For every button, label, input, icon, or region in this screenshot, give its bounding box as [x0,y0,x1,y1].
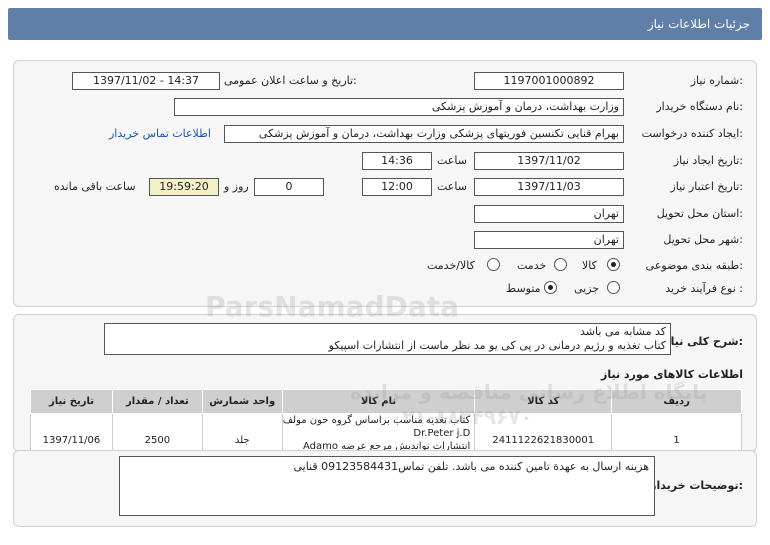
buyer-notes-label: توضیحات خریدار: [650,479,743,492]
cell-name-line-1: کتاب تغذیه مناسب براساس گروه خون مولف Dr… [282,415,471,439]
announce-label: تاریخ و ساعت اعلان عمومی: [224,74,357,87]
process-minor-label: جزیی [574,282,600,295]
category-service-radio[interactable] [554,258,567,271]
process-medium-radio[interactable] [544,281,557,294]
need-number-label: شماره نیاز: [690,74,743,87]
goods-section-title: اطلاعات کالاهای مورد نیاز [601,368,743,381]
category-goods-radio[interactable] [607,258,620,271]
category-label: طبقه بندی موضوعی: [645,259,743,272]
process-minor-radio[interactable] [607,281,620,294]
remaining-label: ساعت باقی مانده [54,180,136,193]
created-date-label: تاریخ ایجاد نیاز: [673,154,743,167]
announce-field[interactable]: 1397/11/02 - 14:37 [72,72,220,90]
valid-time-label: ساعت [437,180,467,193]
process-medium-label: متوسط [506,282,541,295]
description-line-2: کتاب تغذیه و رژیم درمانی در پی کی یو مد … [328,339,666,352]
description-label: شرح کلی نیاز: [664,335,743,348]
created-time-label: ساعت [437,154,467,167]
valid-date-label: تاریخ اعتبار نیاز: [670,180,743,193]
province-field[interactable]: تهران [474,205,624,223]
page-header: جزئیات اطلاعات نیاز [8,8,762,40]
col-date: تاریخ نیاز [30,389,113,414]
col-qty: تعداد / مقدار [111,389,203,414]
days-label: روز و [224,180,249,193]
description-line-1: کد مشابه می باشد [580,325,666,338]
col-code: کد کالا [474,389,613,414]
contact-buyer-link[interactable]: اطلاعات تماس خریدار [109,127,211,140]
buyer-field[interactable]: وزارت بهداشت، درمان و آموزش پزشکی [174,98,624,116]
city-label: شهر محل تحویل: [663,233,743,246]
goods-table-header: تاریخ نیاز تعداد / مقدار واحد شمارش نام … [30,389,742,414]
category-goods-label: کالا [582,259,597,272]
remaining-time-field: 19:59:20 [149,178,219,196]
col-name: نام کالا [281,389,476,414]
description-box: کد مشابه می باشد کتاب تغذیه و رژیم درمان… [104,323,671,355]
category-goods-service-label: کالا/خدمت [427,259,475,272]
category-goods-service-radio[interactable] [487,258,500,271]
need-number-field[interactable]: 1197001000892 [474,72,624,90]
page-title: جزئیات اطلاعات نیاز [647,17,750,31]
city-field[interactable]: تهران [474,231,624,249]
creator-field[interactable]: بهرام قنایی تکنسین فوریتهای پزشکی وزارت … [224,125,624,143]
category-service-label: خدمت [517,259,547,272]
created-time-field[interactable]: 14:36 [362,152,432,170]
buyer-notes-box: هزینه ارسال به عهدة تامین کننده می باشد.… [119,456,655,516]
goods-panel: شرح کلی نیاز: کد مشابه می باشد کتاب تغذی… [13,314,757,467]
days-field[interactable]: 0 [254,178,324,196]
col-row: ردیف [611,389,742,414]
process-label: نوع فرآیند خرید : [665,282,743,295]
valid-date-field[interactable]: 1397/11/03 [474,178,624,196]
buyer-notes-panel: توضیحات خریدار: هزینه ارسال به عهدة تامی… [13,450,757,527]
created-date-field[interactable]: 1397/11/02 [474,152,624,170]
creator-label: ایجاد کننده درخواست: [641,127,743,140]
col-unit: واحد شمارش [201,389,283,414]
buyer-label: نام دستگاه خریدار: [656,100,743,113]
province-label: استان محل تحویل: [656,207,743,220]
valid-time-field[interactable]: 12:00 [362,178,432,196]
need-details-panel: شماره نیاز: 1197001000892 تاریخ و ساعت ا… [13,60,757,307]
